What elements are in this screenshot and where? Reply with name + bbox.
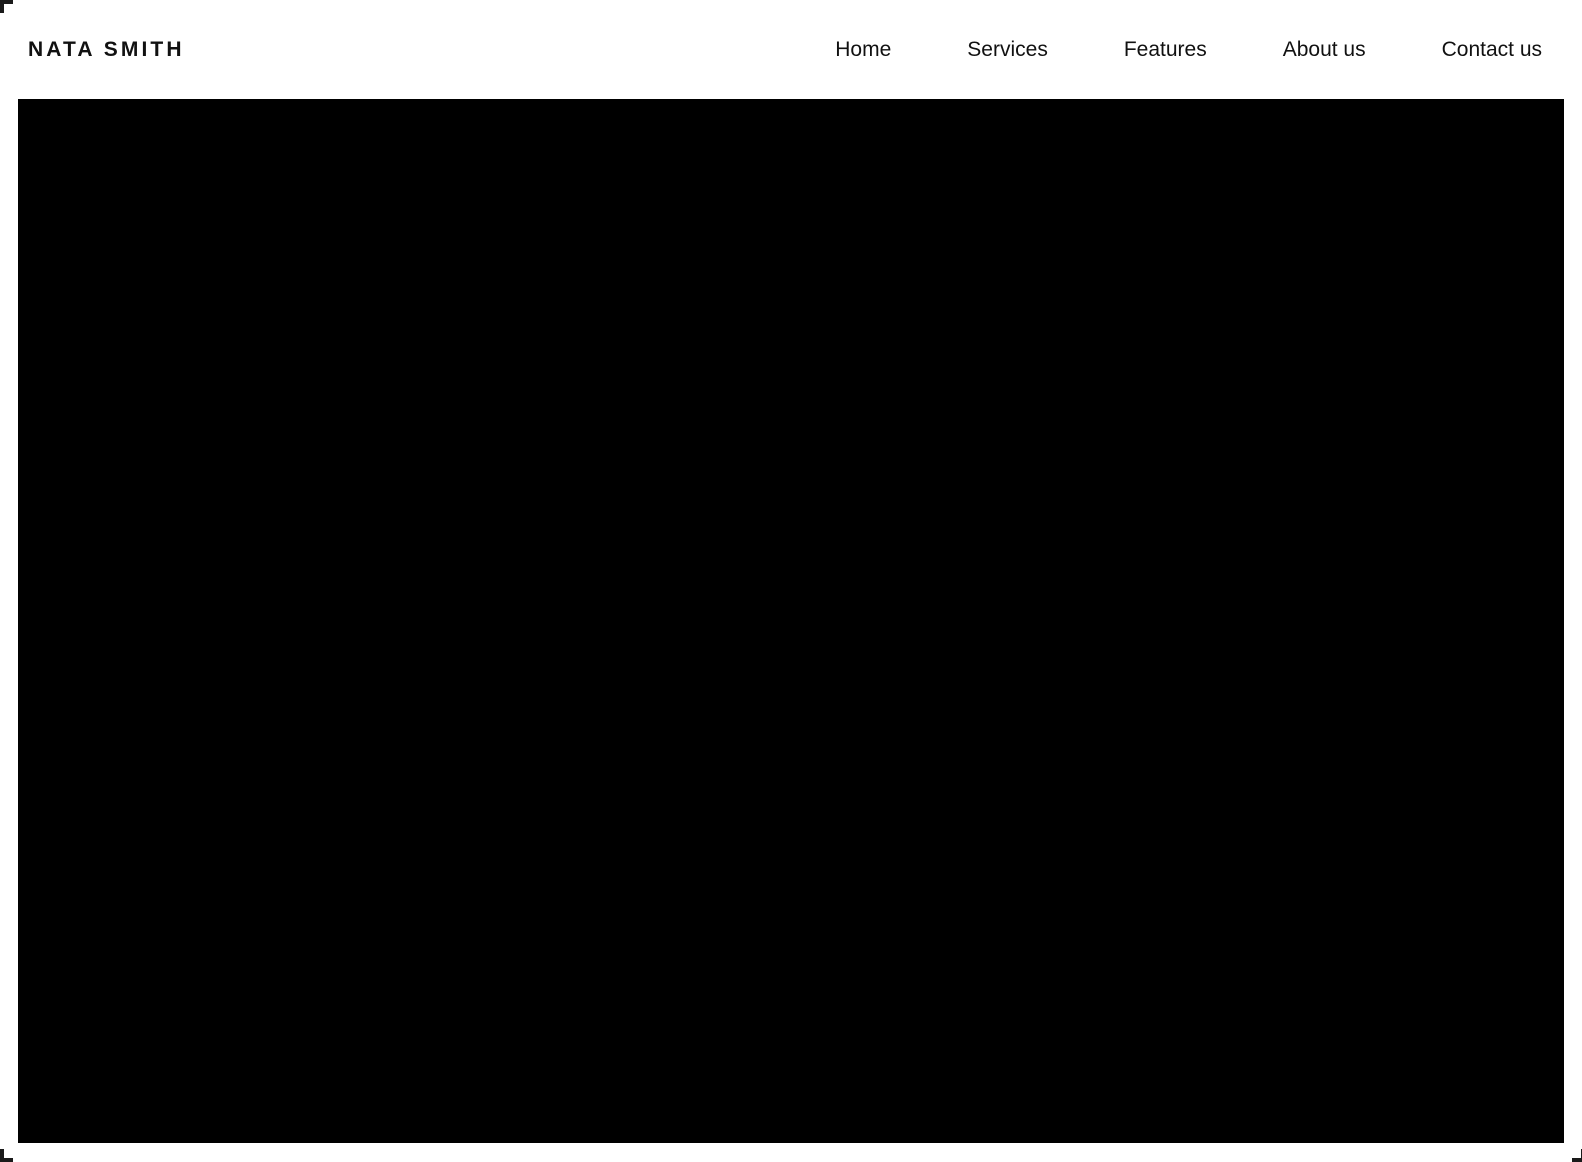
- nav-item-home[interactable]: Home: [835, 33, 891, 66]
- nav-item-contact-us[interactable]: Contact us: [1442, 33, 1542, 66]
- corner-mark-bottom-right: [1572, 1149, 1582, 1162]
- nav-item-services[interactable]: Services: [967, 33, 1048, 66]
- brand-logo[interactable]: NATA SMITH: [28, 39, 185, 60]
- hero-section: [18, 99, 1564, 1143]
- corner-mark-bottom-left: [0, 1149, 13, 1162]
- site-header: NATA SMITH Home Services Features About …: [0, 0, 1582, 99]
- nav-item-about-us[interactable]: About us: [1283, 33, 1366, 66]
- nav-item-features[interactable]: Features: [1124, 33, 1207, 66]
- page-root: NATA SMITH Home Services Features About …: [0, 0, 1582, 1162]
- hero-media-placeholder: [18, 99, 1564, 1143]
- main-navigation: Home Services Features About us Contact …: [835, 33, 1542, 66]
